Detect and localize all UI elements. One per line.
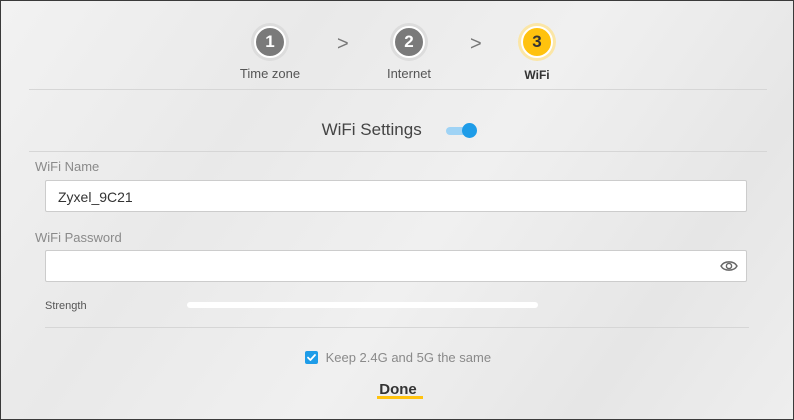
wizard-steps: 1 Time zone > 2 Internet > 3 WiFi — [1, 21, 793, 91]
step-number: 1 — [254, 26, 286, 58]
step-label: Time zone — [239, 66, 301, 81]
step-time-zone[interactable]: 1 Time zone — [210, 21, 330, 81]
wifi-name-value: Zyxel_9C21 — [58, 189, 133, 205]
wifi-settings-title: WiFi Settings — [321, 119, 422, 139]
step-number: 3 — [521, 26, 553, 58]
keep-same-checkbox[interactable] — [304, 351, 318, 365]
eye-icon[interactable] — [720, 259, 738, 273]
step-label: WiFi — [524, 68, 550, 82]
toggle-knob — [462, 122, 478, 138]
wifi-password-input[interactable] — [45, 250, 747, 282]
strength-label: Strength — [45, 300, 87, 312]
divider — [29, 151, 767, 152]
wifi-name-input[interactable]: Zyxel_9C21 — [45, 180, 747, 212]
step-number: 2 — [393, 26, 425, 58]
divider — [29, 89, 767, 90]
strength-meter — [187, 302, 538, 308]
step-label: Internet — [386, 66, 432, 81]
check-icon — [307, 354, 316, 361]
wifi-settings-header: WiFi Settings — [1, 119, 793, 140]
keep-same-label: Keep 2.4G and 5G the same — [325, 350, 492, 366]
wifi-enable-toggle[interactable] — [446, 122, 478, 138]
done-underline — [377, 396, 423, 399]
step-wifi[interactable]: 3 WiFi — [477, 21, 597, 82]
wifi-name-label: WiFi Name — [35, 159, 100, 174]
wizard-panel: 1 Time zone > 2 Internet > 3 WiFi WiFi S… — [0, 0, 794, 420]
step-internet[interactable]: 2 Internet — [349, 21, 469, 81]
wifi-password-label: WiFi Password — [35, 230, 122, 245]
divider — [45, 327, 749, 328]
keep-same-row: Keep 2.4G and 5G the same — [1, 349, 793, 366]
step-separator: > — [337, 33, 349, 55]
